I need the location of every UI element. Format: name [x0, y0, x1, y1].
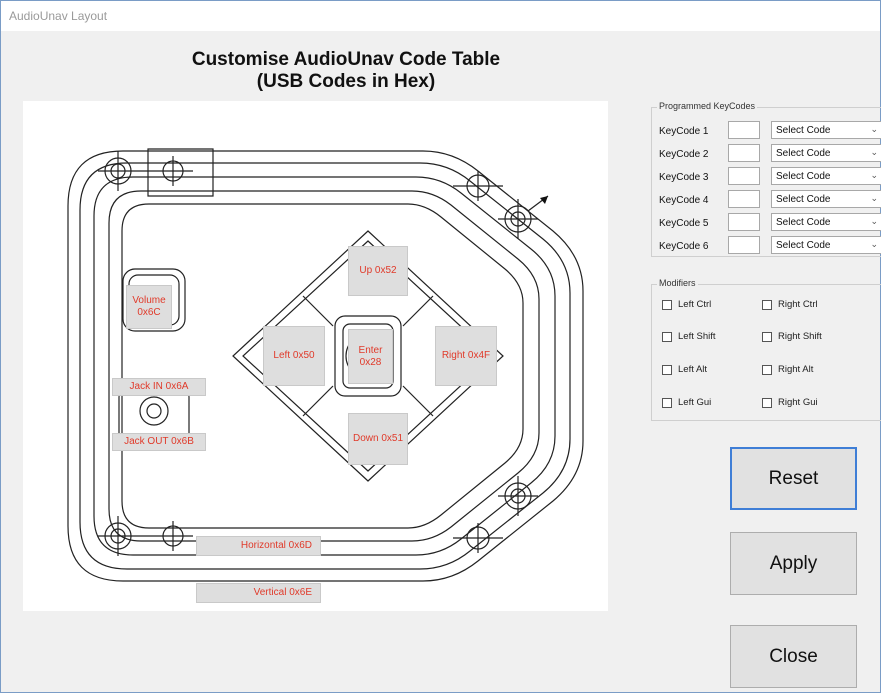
right-ctrl-label: Right Ctrl: [778, 299, 818, 310]
keycode-5-label: KeyCode 5: [659, 218, 709, 229]
keycode-6-select-value: Select Code: [776, 240, 831, 251]
horizontal-label[interactable]: Horizontal 0x6D: [196, 536, 321, 556]
right-gui-checkbox[interactable]: Right Gui: [762, 397, 818, 408]
title-bar: AudioUnav Layout: [1, 1, 880, 31]
keycode-4-input[interactable]: [728, 190, 760, 208]
keycode-4-label: KeyCode 4: [659, 195, 709, 206]
checkbox-icon: [662, 299, 672, 310]
device-diagram: Up 0x52 Left 0x50 Enter 0x28 Right 0x4F …: [23, 101, 608, 611]
chevron-down-icon: ⌄: [870, 239, 878, 249]
keycode-2-input[interactable]: [728, 144, 760, 162]
left-shift-label: Left Shift: [678, 331, 716, 342]
nav-right-label[interactable]: Right 0x4F: [435, 326, 497, 386]
left-ctrl-checkbox[interactable]: Left Ctrl: [662, 299, 711, 310]
keycode-5-select[interactable]: Select Code ⌄: [771, 213, 881, 231]
keycode-3-select[interactable]: Select Code ⌄: [771, 167, 881, 185]
keycode-2-label: KeyCode 2: [659, 149, 709, 160]
apply-button[interactable]: Apply: [730, 532, 857, 595]
nav-down-label[interactable]: Down 0x51: [348, 413, 408, 465]
close-button[interactable]: Close: [730, 625, 857, 688]
keycode-5-input[interactable]: [728, 213, 760, 231]
chevron-down-icon: ⌄: [870, 193, 878, 203]
keycode-1-select[interactable]: Select Code ⌄: [771, 121, 881, 139]
keycode-1-select-value: Select Code: [776, 125, 831, 136]
checkbox-icon: [762, 364, 772, 375]
keycode-6-label: KeyCode 6: [659, 241, 709, 252]
right-gui-label: Right Gui: [778, 397, 818, 408]
keycode-3-label: KeyCode 3: [659, 172, 709, 183]
right-ctrl-checkbox[interactable]: Right Ctrl: [762, 299, 818, 310]
left-alt-checkbox[interactable]: Left Alt: [662, 364, 707, 375]
keycode-6-input[interactable]: [728, 236, 760, 254]
keycode-2-select[interactable]: Select Code ⌄: [771, 144, 881, 162]
left-shift-checkbox[interactable]: Left Shift: [662, 331, 716, 342]
keycode-6-select[interactable]: Select Code ⌄: [771, 236, 881, 254]
right-alt-checkbox[interactable]: Right Alt: [762, 364, 813, 375]
modifiers-group-title: Modifiers: [657, 278, 698, 288]
left-alt-label: Left Alt: [678, 364, 708, 375]
keycode-3-select-value: Select Code: [776, 171, 831, 182]
keycodes-group: Programmed KeyCodes KeyCode 1 Select Cod…: [651, 101, 881, 257]
modifiers-group: Modifiers Left Ctrl Right Ctrl Left Shif…: [651, 278, 881, 421]
checkbox-icon: [662, 331, 672, 342]
window-title: AudioUnav Layout: [9, 9, 108, 23]
keycode-4-select[interactable]: Select Code ⌄: [771, 190, 881, 208]
jack-in-label[interactable]: Jack IN 0x6A: [112, 378, 206, 396]
checkbox-icon: [762, 331, 772, 342]
nav-left-label[interactable]: Left 0x50: [263, 326, 325, 386]
keycodes-group-title: Programmed KeyCodes: [657, 101, 758, 111]
keycode-5-select-value: Select Code: [776, 217, 831, 228]
checkbox-icon: [662, 364, 672, 375]
nav-enter-label[interactable]: Enter 0x28: [348, 329, 393, 384]
right-shift-label: Right Shift: [778, 331, 822, 342]
keycode-1-input[interactable]: [728, 121, 760, 139]
right-shift-checkbox[interactable]: Right Shift: [762, 331, 822, 342]
checkbox-icon: [762, 299, 772, 310]
keycode-2-select-value: Select Code: [776, 148, 831, 159]
keycode-1-label: KeyCode 1: [659, 126, 709, 137]
chevron-down-icon: ⌄: [870, 124, 878, 134]
nav-up-label[interactable]: Up 0x52: [348, 246, 408, 296]
vertical-label[interactable]: Vertical 0x6E: [196, 583, 321, 603]
right-alt-label: Right Alt: [778, 364, 814, 375]
keycode-4-select-value: Select Code: [776, 194, 831, 205]
left-gui-label: Left Gui: [678, 397, 712, 408]
chevron-down-icon: ⌄: [870, 170, 878, 180]
left-gui-checkbox[interactable]: Left Gui: [662, 397, 711, 408]
reset-button[interactable]: Reset: [730, 447, 857, 510]
page-subtitle: (USB Codes in Hex): [256, 71, 436, 92]
chevron-down-icon: ⌄: [870, 216, 878, 226]
checkbox-icon: [662, 397, 672, 408]
keycode-3-input[interactable]: [728, 167, 760, 185]
page-title: Customise AudioUnav Code Table: [191, 49, 501, 70]
app-window: AudioUnav Layout Customise AudioUnav Cod…: [0, 0, 881, 693]
jack-out-label[interactable]: Jack OUT 0x6B: [112, 433, 206, 451]
checkbox-icon: [762, 397, 772, 408]
volume-label[interactable]: Volume 0x6C: [126, 285, 172, 329]
chevron-down-icon: ⌄: [870, 147, 878, 157]
left-ctrl-label: Left Ctrl: [678, 299, 712, 310]
